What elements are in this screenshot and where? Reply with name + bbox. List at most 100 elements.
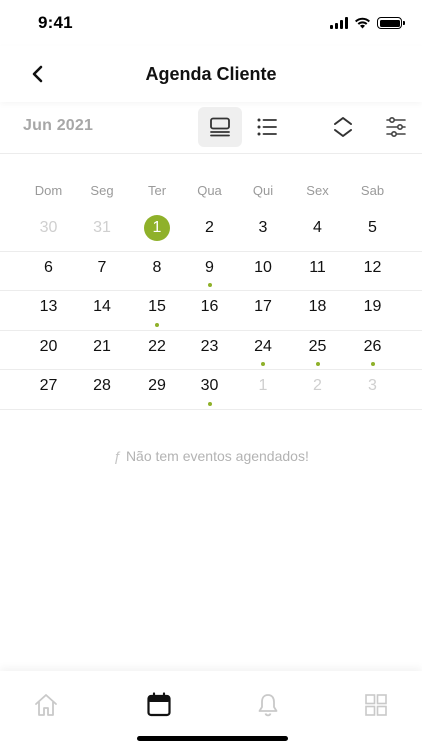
calendar-day[interactable]: 11 [290,252,345,291]
calendar-toolbar: Jun 2021 [0,102,422,154]
calendar-day-number: 1 [258,377,268,394]
collapse-button[interactable] [321,107,365,147]
calendar-day[interactable]: 21 [73,331,131,370]
calendar-day-number: 18 [308,298,327,315]
calendar-day-number: 28 [93,377,111,394]
empty-state-message: Não tem eventos agendados! [125,448,309,464]
calendar-day-number: 24 [254,337,272,355]
calendar-day[interactable]: 22 [131,331,183,370]
calendar-day[interactable]: 19 [345,291,400,330]
calendar-day[interactable]: 17 [236,291,290,330]
month-label[interactable]: Jun 2021 [23,117,93,135]
calendar-day[interactable]: 9 [183,252,236,291]
calendar-day-number: 6 [44,258,53,276]
calendar-day[interactable]: 28 [73,370,131,409]
empty-state: ƒ Não tem eventos agendados! [0,448,422,464]
wifi-icon [355,17,370,29]
calendar-day[interactable]: 6 [24,252,73,291]
calendar-day-number: 20 [39,337,58,355]
calendar-day[interactable]: 24 [236,331,290,370]
filter-sliders-icon [386,116,406,138]
status-time: 9:41 [38,13,73,32]
signal-icon [330,17,348,29]
calendar-day-number: 16 [200,298,219,315]
list-view-button[interactable] [245,107,289,147]
calendar-week-row: 13 14 15 16 17 18 19 [0,291,422,331]
calendar-day-number: 29 [148,377,166,394]
calendar-day[interactable]: 15 [131,291,183,330]
event-dot [261,362,265,366]
calendar-day[interactable]: 18 [290,291,345,330]
list-view-icon [257,118,277,136]
status-icons [330,17,405,29]
calendar-day-number: 19 [363,298,382,315]
calendar-day[interactable]: 23 [183,331,236,370]
calendar-day[interactable]: 4 [290,212,345,251]
calendar-day[interactable]: 12 [345,252,400,291]
calendar-day-number: 11 [309,258,326,276]
status-bar: 9:41 [0,0,422,46]
calendar-day[interactable]: 30 [24,212,73,251]
calendar-week-row: 20 21 22 23 24 25 26 [0,331,422,370]
tab-home[interactable] [24,689,68,721]
calendar-day-number: 31 [93,219,111,236]
event-dot [155,322,159,327]
weekday-label: Ter [147,183,167,198]
weekday-label: Sab [360,183,385,198]
filter-button[interactable] [374,107,418,147]
weekday-label: Seg [90,183,114,198]
calendar-day-number: 3 [368,377,377,394]
calendar-day[interactable]: 14 [73,291,131,330]
event-dot [370,362,375,366]
calendar-week-row: 27 28 29 30 1 2 3 [0,370,422,410]
calendar-day-number: 5 [368,219,377,236]
calendar-day[interactable]: 31 [73,212,131,251]
calendar-day-number: 13 [39,298,58,315]
calendar-day-number: 10 [254,258,272,276]
calendar-day-number: 9 [205,258,214,276]
calendar-day[interactable]: 1 [236,370,290,409]
tab-calendar[interactable] [137,689,181,721]
bell-icon [258,694,278,717]
calendar-day[interactable]: 8 [131,252,183,291]
calendar-day-number: 25 [308,337,327,355]
calendar-view-button[interactable] [198,107,242,147]
empty-state-icon: ƒ [113,448,121,464]
calendar-day-number: 21 [93,337,111,355]
collapse-icon [334,117,352,137]
calendar-day[interactable]: 10 [236,252,290,291]
calendar-day[interactable]: 20 [24,331,73,370]
home-icon [35,694,57,716]
calendar-day[interactable]: 25 [290,331,345,370]
calendar-day[interactable]: 29 [131,370,183,409]
event-dot [207,401,212,406]
calendar-day[interactable]: 3 [345,370,400,409]
calendar-day-number: 12 [363,258,382,276]
calendar-day-number: 4 [313,219,322,236]
calendar-day[interactable]: 2 [290,370,345,409]
calendar-day-number: 17 [254,298,272,315]
calendar-day-number: 30 [39,219,58,236]
calendar-day-number: 8 [152,258,162,276]
calendar-day[interactable]: 3 [236,212,290,251]
calendar-day[interactable]: 26 [345,331,400,370]
calendar-day-number: 14 [93,298,111,315]
nav-header: Agenda Cliente [0,46,422,102]
calendar-day-number: 22 [148,337,166,355]
calendar-day-number: 2 [313,377,322,394]
calendar-day-number: 1 [144,215,170,241]
tab-notifications[interactable] [246,689,290,721]
calendar-day-number: 26 [363,337,382,355]
calendar-day[interactable]: 16 [183,291,236,330]
calendar-day[interactable]: 13 [24,291,73,330]
calendar-day-number: 7 [97,258,107,276]
calendar-day[interactable]: 30 [183,370,236,409]
calendar-day[interactable]: 27 [24,370,73,409]
calendar-day-number: 15 [148,298,166,315]
calendar-day[interactable]: 5 [345,212,400,251]
home-indicator [137,736,288,741]
calendar-day[interactable]: 7 [73,252,131,291]
tab-menu[interactable] [354,689,398,721]
calendar-day-today[interactable]: 1 [131,212,183,251]
calendar-day[interactable]: 2 [183,212,236,251]
